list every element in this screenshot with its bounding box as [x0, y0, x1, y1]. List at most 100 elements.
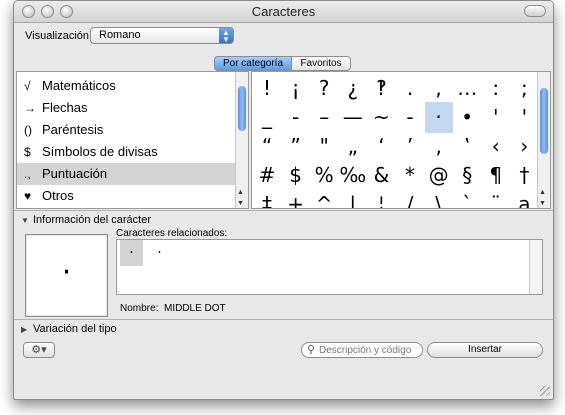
- glyph-cell[interactable]: ‘: [367, 131, 395, 162]
- glyph-cell[interactable]: §: [453, 160, 481, 191]
- glyph-cell[interactable]: ,: [425, 73, 453, 104]
- disclosure-closed-icon[interactable]: ▶: [21, 325, 27, 334]
- category-item-divisas[interactable]: $ Símbolos de divisas: [17, 141, 235, 163]
- glyph-cell[interactable]: ¶: [482, 160, 510, 191]
- category-label: Símbolos de divisas: [42, 144, 158, 159]
- glyph-cell[interactable]: $: [282, 160, 310, 191]
- glyph-cell[interactable]: ‐: [282, 102, 310, 133]
- glyph-cell[interactable]: _: [253, 102, 281, 133]
- scroll-up-icon[interactable]: ▲: [237, 189, 244, 196]
- glyph-cell[interactable]: /: [396, 189, 424, 208]
- font-variation-header[interactable]: Variación del tipo: [33, 323, 117, 335]
- category-label: Matemáticos: [42, 78, 116, 93]
- glyph-cell[interactable]: %: [310, 160, 338, 191]
- glyph-cell[interactable]: ‡: [253, 189, 281, 208]
- category-item-otros[interactable]: ♥ Otros: [17, 185, 235, 207]
- search-input[interactable]: [319, 344, 417, 356]
- related-char[interactable]: ·: [148, 240, 171, 266]
- glyph-cell[interactable]: ’: [396, 131, 424, 162]
- sqrt-icon: √: [24, 79, 31, 93]
- glyph-cell[interactable]: a: [510, 189, 538, 208]
- title-bar[interactable]: Caracteres: [14, 1, 553, 23]
- glyph-cell[interactable]: ‚: [425, 131, 453, 162]
- related-char[interactable]: ·: [120, 240, 143, 266]
- window-title: Caracteres: [251, 4, 316, 19]
- glyph-cell[interactable]: ·: [424, 102, 453, 133]
- gear-menu-button[interactable]: ⚙▾: [23, 342, 55, 358]
- glyph-cell[interactable]: •: [453, 102, 481, 133]
- glyph-cell[interactable]: ‽: [367, 73, 395, 104]
- insert-button[interactable]: Insertar: [427, 342, 543, 358]
- glyph-cell[interactable]: ¡: [282, 73, 310, 104]
- tab-by-category[interactable]: Por categoría: [214, 56, 292, 71]
- category-item-puntuacion[interactable]: ., Puntuación: [17, 163, 235, 185]
- category-label: Paréntesis: [42, 122, 104, 137]
- glyph-cell[interactable]: |: [339, 189, 367, 208]
- glyph-cell[interactable]: -: [396, 102, 424, 133]
- glyph-cell[interactable]: –: [310, 102, 338, 133]
- scroll-up-icon[interactable]: ▲: [539, 189, 546, 196]
- name-value: MIDDLE DOT: [164, 303, 226, 314]
- scroll-thumb[interactable]: [540, 88, 548, 154]
- dollar-icon: $: [24, 145, 31, 159]
- glyph-cell[interactable]: †: [510, 160, 538, 191]
- glyph-cell[interactable]: ›: [510, 131, 538, 162]
- resize-grip-icon[interactable]: [540, 386, 550, 396]
- category-scrollbar[interactable]: ▲ ▼: [235, 72, 248, 208]
- scroll-thumb[interactable]: [238, 86, 246, 131]
- tab-favorites[interactable]: Favoritos: [291, 56, 351, 71]
- glyph-cell[interactable]: ”: [282, 131, 310, 162]
- glyph-cell[interactable]: ‹: [482, 131, 510, 162]
- glyph-cell[interactable]: *: [396, 160, 424, 191]
- related-characters: · ·: [116, 239, 543, 295]
- glyph-cell[interactable]: ~: [367, 102, 395, 133]
- related-label: Caracteres relacionados:: [116, 228, 228, 239]
- category-label: Otros: [42, 188, 74, 203]
- glyph-cell[interactable]: ¿: [339, 73, 367, 104]
- category-item-matematicos[interactable]: √ Matemáticos: [17, 75, 235, 97]
- glyph-cell[interactable]: “: [253, 131, 281, 162]
- glyph-cell[interactable]: ‰: [339, 160, 367, 191]
- glyph-cell[interactable]: „: [339, 131, 367, 162]
- toolbar-toggle-button[interactable]: [524, 5, 546, 17]
- glyph-cell[interactable]: !: [253, 73, 281, 104]
- related-scrollbar[interactable]: [529, 240, 542, 294]
- glyph-cell[interactable]: :: [482, 73, 510, 104]
- glyph-cell[interactable]: ^: [310, 189, 338, 208]
- glyph-cell[interactable]: .: [396, 73, 424, 104]
- glyph-cell[interactable]: \: [425, 189, 453, 208]
- glyph-cell[interactable]: ': [482, 102, 510, 133]
- glyph-cell[interactable]: ?: [310, 73, 338, 104]
- preview-glyph: ·: [61, 255, 72, 290]
- glyph-cell[interactable]: ;: [510, 73, 538, 104]
- view-popup[interactable]: Romano ▲ ▼: [90, 27, 234, 44]
- divider: [14, 210, 553, 211]
- glyph-cell[interactable]: —: [339, 102, 367, 133]
- glyph-cell[interactable]: &: [367, 160, 395, 191]
- glyph-cell[interactable]: ‛: [453, 131, 481, 162]
- character-info-header[interactable]: Información del carácter: [33, 214, 151, 226]
- parentheses-icon: (): [24, 123, 32, 137]
- glyph-cell[interactable]: ": [310, 131, 338, 162]
- glyph-cell[interactable]: @: [425, 160, 453, 191]
- view-popup-value: Romano: [99, 29, 141, 41]
- heart-icon: ♥: [24, 189, 32, 203]
- glyph-scrollbar[interactable]: ▲ ▼: [537, 72, 550, 208]
- disclosure-open-icon[interactable]: ▼: [21, 216, 29, 225]
- category-item-parentesis[interactable]: () Paréntesis: [17, 119, 235, 141]
- punctuation-icon: .,: [24, 167, 31, 181]
- search-field[interactable]: ⚲: [301, 342, 423, 358]
- scroll-down-icon[interactable]: ▼: [237, 200, 244, 207]
- scroll-down-icon[interactable]: ▼: [539, 200, 546, 207]
- arrow-icon: →: [24, 101, 36, 115]
- category-item-flechas[interactable]: → Flechas: [17, 97, 235, 119]
- glyph-cell[interactable]: +: [282, 189, 310, 208]
- glyph-cell[interactable]: ¦: [367, 189, 395, 208]
- glyph-grid: ! ¡? ¿ ‽.,…:; _ ‐ – — ~ - · • ' ' “” " „ ‘’ ‚ ‛ ‹ › # $% ‰ & * @ § ¶ †…: [251, 71, 551, 209]
- glyph-cell[interactable]: …: [453, 73, 481, 104]
- glyph-cell[interactable]: `: [453, 189, 481, 208]
- view-label: Visualización:: [25, 30, 93, 42]
- glyph-cell[interactable]: ': [510, 102, 538, 133]
- glyph-cell[interactable]: ¨: [482, 189, 510, 208]
- glyph-cell[interactable]: #: [253, 160, 281, 191]
